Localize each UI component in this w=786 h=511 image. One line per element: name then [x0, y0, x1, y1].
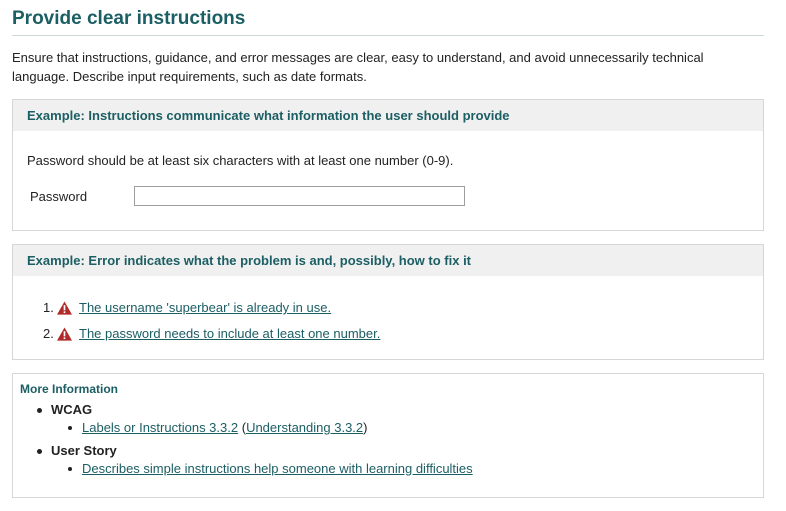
warning-triangle-icon: [57, 301, 72, 315]
password-label: Password: [30, 189, 88, 204]
list-item-wcag: WCAG Labels or Instructions 3.3.2 (Under…: [35, 402, 473, 437]
more-information-list: WCAG Labels or Instructions 3.3.2 (Under…: [35, 402, 473, 484]
more-information-heading: More Information: [20, 382, 118, 396]
more-information-panel: More Information WCAG Labels or Instruct…: [12, 373, 764, 498]
wcag-sublist: Labels or Instructions 3.3.2 (Understand…: [51, 419, 473, 437]
error-item: 2. The password needs to include at leas…: [43, 321, 380, 347]
example-error-panel: Example: Error indicates what the proble…: [12, 244, 764, 360]
error-number: 2.: [43, 326, 54, 341]
understanding-link[interactable]: Understanding 3.3.2: [246, 420, 363, 435]
example-instructions-panel: Example: Instructions communicate what i…: [12, 99, 764, 231]
intro-text: Ensure that instructions, guidance, and …: [12, 50, 704, 84]
error-number: 1.: [43, 300, 54, 315]
error-link-password[interactable]: The password needs to include at least o…: [79, 325, 380, 343]
error-item: 1. The username 'superbear' is already i…: [43, 295, 380, 321]
paren-close: ): [363, 420, 368, 435]
user-story-label: User Story: [51, 443, 117, 458]
list-item-user-story: User Story Describes simple instructions…: [35, 443, 473, 478]
error-link-username[interactable]: The username 'superbear' is already in u…: [79, 299, 331, 317]
labels-or-instructions-link[interactable]: Labels or Instructions 3.3.2: [82, 420, 238, 435]
error-list: 1. The username 'superbear' is already i…: [43, 295, 380, 347]
list-item: Describes simple instructions help someo…: [68, 460, 473, 478]
user-story-sublist: Describes simple instructions help someo…: [51, 460, 473, 478]
page-title: Provide clear instructions: [12, 8, 764, 36]
warning-triangle-icon: [57, 327, 72, 341]
list-item: Labels or Instructions 3.3.2 (Understand…: [68, 419, 473, 437]
example-instructions-heading: Example: Instructions communicate what i…: [13, 100, 763, 131]
password-instruction-text: Password should be at least six characte…: [27, 153, 454, 168]
wcag-label: WCAG: [51, 402, 93, 417]
user-story-link[interactable]: Describes simple instructions help someo…: [82, 461, 473, 476]
example-error-heading: Example: Error indicates what the proble…: [13, 245, 763, 276]
password-input[interactable]: [134, 186, 465, 206]
